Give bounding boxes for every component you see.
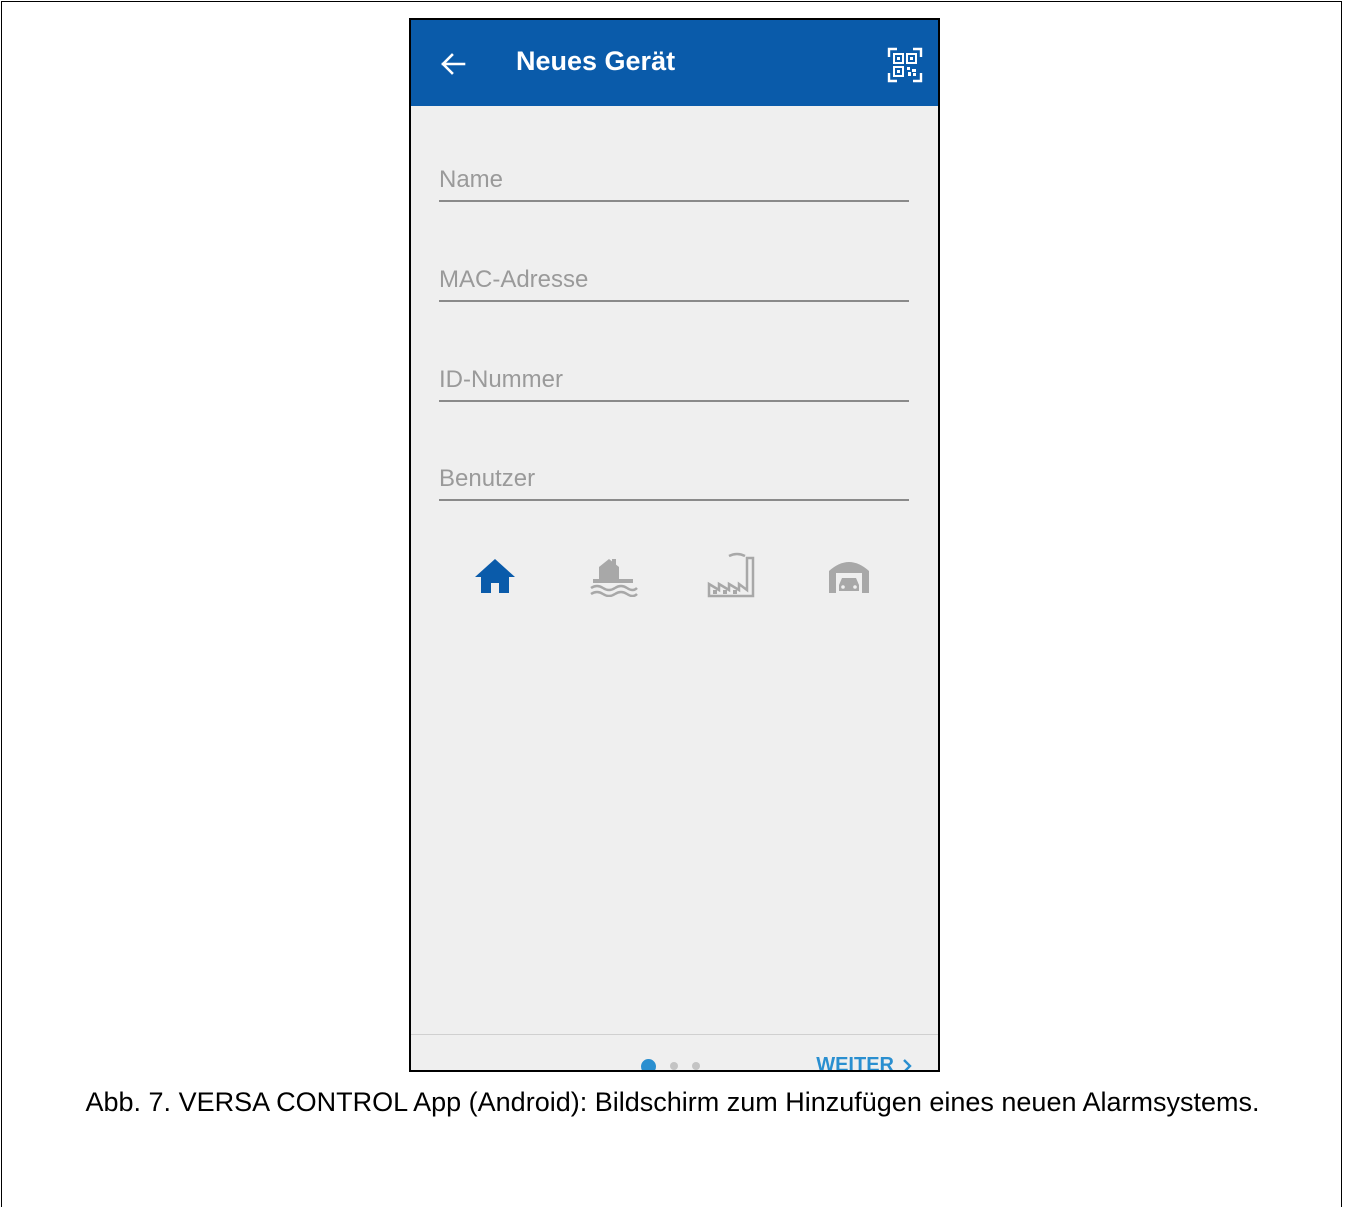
page-dot-3 [692, 1062, 700, 1070]
page-dot-1 [641, 1058, 656, 1070]
figure-caption-text: Abb. 7. VERSA CONTROL App (Android): Bil… [85, 1087, 1260, 1117]
object-type-selector [411, 545, 938, 605]
object-type-house-water[interactable] [583, 545, 643, 605]
phone-screen: Neues Gerät Name MAC-Adresse ID-Nummer B… [409, 18, 940, 1072]
factory-icon [707, 552, 755, 598]
page-dot-2 [670, 1062, 678, 1070]
back-button[interactable] [433, 44, 473, 84]
id-number-input[interactable] [439, 366, 909, 394]
name-input[interactable] [439, 166, 909, 194]
object-type-factory[interactable] [701, 545, 761, 605]
object-type-garage[interactable] [819, 545, 879, 605]
mac-address-field[interactable] [439, 252, 909, 302]
next-button-label: WEITER [816, 1054, 894, 1072]
id-number-field[interactable] [439, 352, 909, 402]
arrow-left-icon [441, 53, 466, 75]
qr-code-scan-icon [887, 47, 923, 83]
chevron-right-icon [903, 1058, 912, 1070]
next-button[interactable]: WEITER [816, 1054, 912, 1072]
user-input[interactable] [439, 465, 909, 493]
name-field[interactable] [439, 152, 909, 202]
user-field[interactable] [439, 451, 909, 501]
mac-address-input[interactable] [439, 266, 909, 294]
app-bar: Neues Gerät [411, 20, 938, 106]
qr-scan-button[interactable] [886, 46, 924, 84]
figure-caption: Abb. 7. VERSA CONTROL App (Android): Bil… [0, 1086, 1345, 1119]
house-water-icon [590, 559, 638, 597]
object-type-house[interactable] [465, 545, 525, 605]
garage-icon [829, 562, 869, 593]
page-indicator [641, 1058, 700, 1070]
house-icon [475, 559, 515, 593]
footer-divider [411, 1034, 938, 1035]
page-title: Neues Gerät [516, 46, 676, 76]
